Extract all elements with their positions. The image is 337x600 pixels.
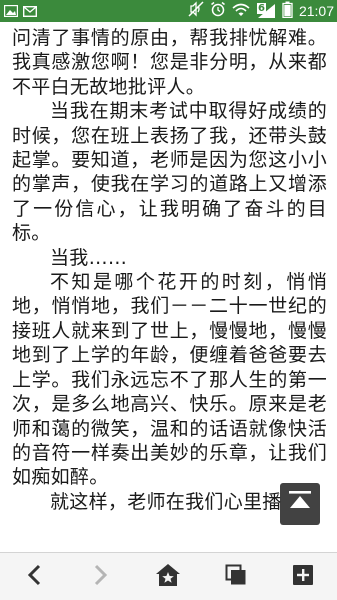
- tabs-button[interactable]: [219, 561, 253, 593]
- article-content[interactable]: 问清了事情的原由，帮我排忧解难。我真感激您啊！您是非分明，从来都不平白无故地批评…: [0, 22, 337, 552]
- home-button[interactable]: [151, 561, 185, 593]
- status-left: [3, 2, 38, 21]
- status-right: 6 21:07: [188, 1, 334, 22]
- battery-icon: [282, 1, 293, 22]
- tabs-icon: [225, 564, 247, 590]
- back-arrow-icon: [27, 564, 43, 590]
- home-star-icon: [155, 563, 181, 591]
- signal-badge: 6: [256, 3, 266, 14]
- mail-icon: [22, 2, 38, 21]
- back-button[interactable]: [18, 561, 52, 593]
- browser-toolbar: [0, 552, 337, 600]
- clock: 21:07: [298, 3, 334, 19]
- new-tab-button[interactable]: [286, 561, 320, 593]
- plus-icon: [292, 564, 314, 590]
- status-bar: 6 21:07: [0, 0, 337, 22]
- article-paragraph: 当我……: [50, 246, 128, 269]
- article-paragraph: 不知是哪个花开的时刻，悄悄地，悄悄地，我们－－二十一世纪的接班人就来到了世上，慢…: [12, 271, 327, 489]
- article-paragraph: 问清了事情的原由，帮我排忧解难。我真感激您啊！您是非分明，从来都不平白无故地批评…: [12, 27, 327, 98]
- article-paragraph: 当我在期末考试中取得好成绩的时候，您在班上表扬了我，还带头鼓起掌。要知道，老师是…: [12, 100, 327, 245]
- mute-icon: [188, 1, 204, 21]
- forward-button[interactable]: [83, 561, 117, 593]
- wifi-icon: [232, 2, 250, 21]
- alarm-icon: [210, 1, 226, 21]
- image-icon: [3, 2, 19, 21]
- arrow-up-to-top-icon: [287, 489, 313, 519]
- signal-icon: 6: [256, 3, 276, 19]
- forward-arrow-icon: [92, 564, 108, 590]
- back-to-top-button[interactable]: [280, 483, 320, 525]
